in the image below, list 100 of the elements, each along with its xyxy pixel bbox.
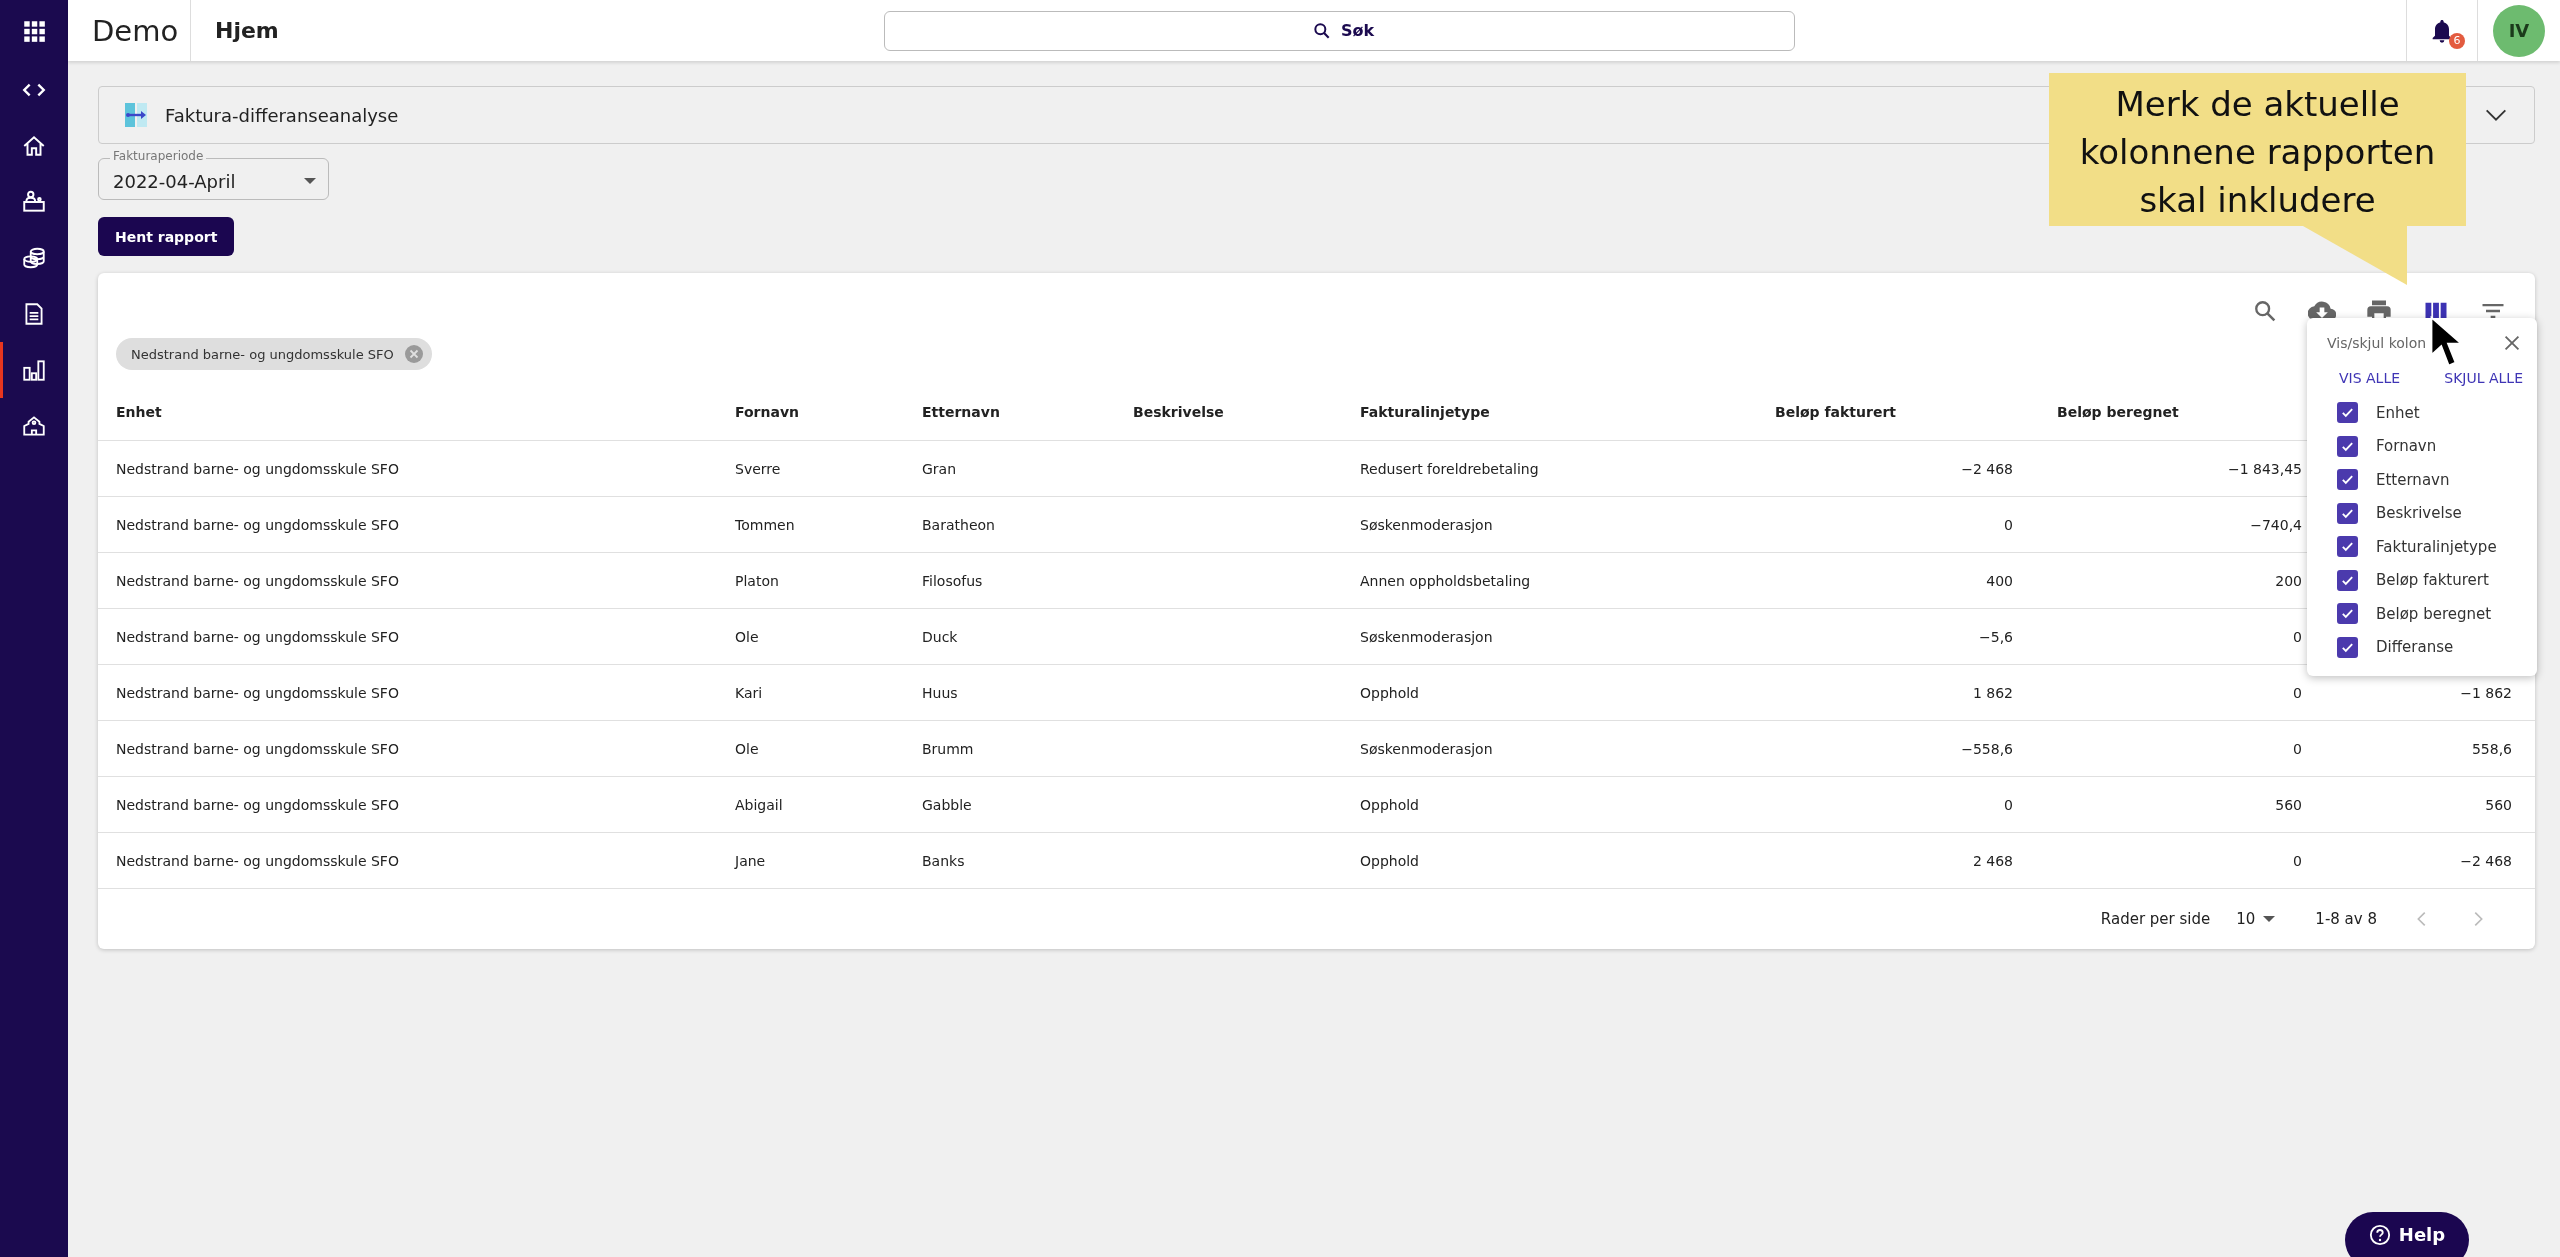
table-cell-text: 560 [2485, 796, 2513, 813]
checkbox[interactable] [2337, 603, 2358, 625]
help-button[interactable]: Help [2345, 1212, 2469, 1257]
table-cell: Filosofus [922, 572, 983, 589]
table-cell-text: 0 [2293, 628, 2303, 645]
table-cell: Redusert foreldrebetaling [1360, 460, 1539, 477]
rows-per-page-select[interactable]: 10 [2236, 910, 2276, 928]
table-cell: Nedstrand barne- og ungdomsskule SFO [116, 740, 399, 757]
filter-chip[interactable]: Nedstrand barne- og ungdomsskule SFO [116, 338, 432, 370]
table-cell-text: −2 468 [1961, 460, 2014, 477]
column-option[interactable]: Differanse [2376, 638, 2454, 657]
column-option[interactable]: Enhet [2376, 403, 2420, 422]
table-cell: Jane [735, 852, 766, 869]
column-option[interactable]: Beskrivelse [2376, 504, 2462, 523]
home-icon [21, 133, 47, 159]
fetch-report-button[interactable]: Hent rapport [98, 217, 235, 256]
table-cell: Duck [922, 628, 958, 645]
apps-grid-icon [21, 18, 47, 44]
question-icon [2368, 1224, 2391, 1246]
select-value: 2022-04-April [113, 170, 236, 192]
search-field[interactable]: Søk [884, 10, 1795, 51]
column-header[interactable]: Enhet [116, 403, 735, 420]
table-cell: Brumm [922, 740, 974, 757]
bar-chart-icon [21, 357, 47, 383]
table-cell: Huus [922, 684, 958, 701]
notification-count: 6 [2449, 32, 2465, 49]
column-header[interactable]: Beløp fakturert [1775, 403, 2057, 420]
checkbox[interactable] [2337, 402, 2358, 424]
table-cell: Sverre [735, 460, 781, 477]
table-cell-text: 200 [2275, 572, 2303, 589]
table-cell-text: −558,6 [1961, 740, 2014, 757]
menu-title: Vis/skjul kolon [2327, 335, 2427, 351]
table-cell-text: 558,6 [2471, 740, 2513, 757]
table-cell: Kari [735, 684, 763, 701]
table-cell: Nedstrand barne- og ungdomsskule SFO [116, 852, 399, 869]
panel-title: Faktura-differanseanalyse [165, 104, 399, 126]
table-cell-text: −5,6 [1979, 628, 2014, 645]
checkbox[interactable] [2337, 536, 2358, 558]
table-cell-text: −1 843,45 [2227, 460, 2303, 477]
rows-per-page-label: Rader per side [2100, 910, 2211, 928]
table-cell: Banks [922, 852, 965, 869]
table-cell: Gran [922, 460, 957, 477]
table-cell: Søskenmoderasjon [1360, 740, 1493, 757]
table-cell: Opphold [1360, 852, 1419, 869]
coins-icon [21, 245, 47, 271]
caret-icon [304, 178, 316, 184]
table-cell: Platon [735, 572, 779, 589]
table-cell-text: −1 862 [2460, 684, 2513, 701]
app-name: Demo [68, 0, 191, 61]
table-cell-text: 2 468 [1972, 852, 2014, 869]
page-range: 1-8 av 8 [2315, 910, 2377, 928]
select-label: Fakturaperiode [110, 149, 207, 163]
checkbox[interactable] [2337, 636, 2358, 658]
column-option[interactable]: Beløp fakturert [2376, 571, 2489, 590]
table-cell-text: 400 [1986, 572, 2014, 589]
column-header[interactable]: Fakturalinjetype [1360, 403, 1775, 420]
column-header[interactable]: Fornavn [735, 403, 922, 420]
table-cell-text: 0 [2293, 740, 2303, 757]
table-cell: Nedstrand barne- og ungdomsskule SFO [116, 684, 399, 701]
table-cell-text: 0 [2293, 684, 2303, 701]
table-cell-text: 0 [2293, 852, 2303, 869]
table-cell: Nedstrand barne- og ungdomsskule SFO [116, 460, 399, 477]
person-desk-icon [21, 189, 47, 215]
table-cell: Søskenmoderasjon [1360, 628, 1493, 645]
table-cell-text: 1 862 [1972, 684, 2014, 701]
table-cell: Opphold [1360, 796, 1419, 813]
table-cell: Abigail [735, 796, 783, 813]
table-cell-text: −2 468 [2460, 852, 2513, 869]
column-option[interactable]: Fornavn [2376, 437, 2437, 456]
column-option[interactable]: Beløp beregnet [2376, 604, 2492, 623]
table-cell: Tommen [735, 516, 795, 533]
column-option[interactable]: Fakturalinjetype [2376, 537, 2497, 556]
checkbox[interactable] [2337, 469, 2358, 491]
table-cell: Ole [735, 740, 759, 757]
checkbox[interactable] [2337, 435, 2358, 457]
table-cell: Gabble [922, 796, 972, 813]
table-cell: Nedstrand barne- og ungdomsskule SFO [116, 516, 399, 533]
table-cell-text: 0 [2004, 796, 2014, 813]
table-cell: Nedstrand barne- og ungdomsskule SFO [116, 796, 399, 813]
table-cell: Baratheon [922, 516, 995, 533]
checkbox[interactable] [2337, 502, 2358, 524]
column-header[interactable]: Etternavn [922, 403, 1133, 420]
column-header[interactable]: Beskrivelse [1133, 403, 1360, 420]
table-cell: Nedstrand barne- og ungdomsskule SFO [116, 572, 399, 589]
table-cell-text: 0 [2004, 516, 2014, 533]
page-title: Hjem [214, 17, 279, 45]
checkbox[interactable] [2337, 569, 2358, 591]
table-cell: Ole [735, 628, 759, 645]
user-avatar[interactable]: IV [2493, 4, 2545, 57]
table-cell: Nedstrand barne- og ungdomsskule SFO [116, 628, 399, 645]
menu-action-link[interactable]: SKJUL ALLE [2442, 366, 2525, 390]
table-cell: Opphold [1360, 684, 1419, 701]
search-icon [1312, 20, 1332, 41]
caret-icon [2263, 916, 2276, 922]
table-cell: Søskenmoderasjon [1360, 516, 1493, 533]
table-cell: Annen oppholdsbetaling [1360, 572, 1531, 589]
menu-action-link[interactable]: VIS ALLE [2337, 366, 2403, 390]
table-cell-text: 560 [2275, 796, 2303, 813]
table-cell-text: −740,4 [2250, 516, 2303, 533]
column-option[interactable]: Etternavn [2376, 470, 2450, 489]
